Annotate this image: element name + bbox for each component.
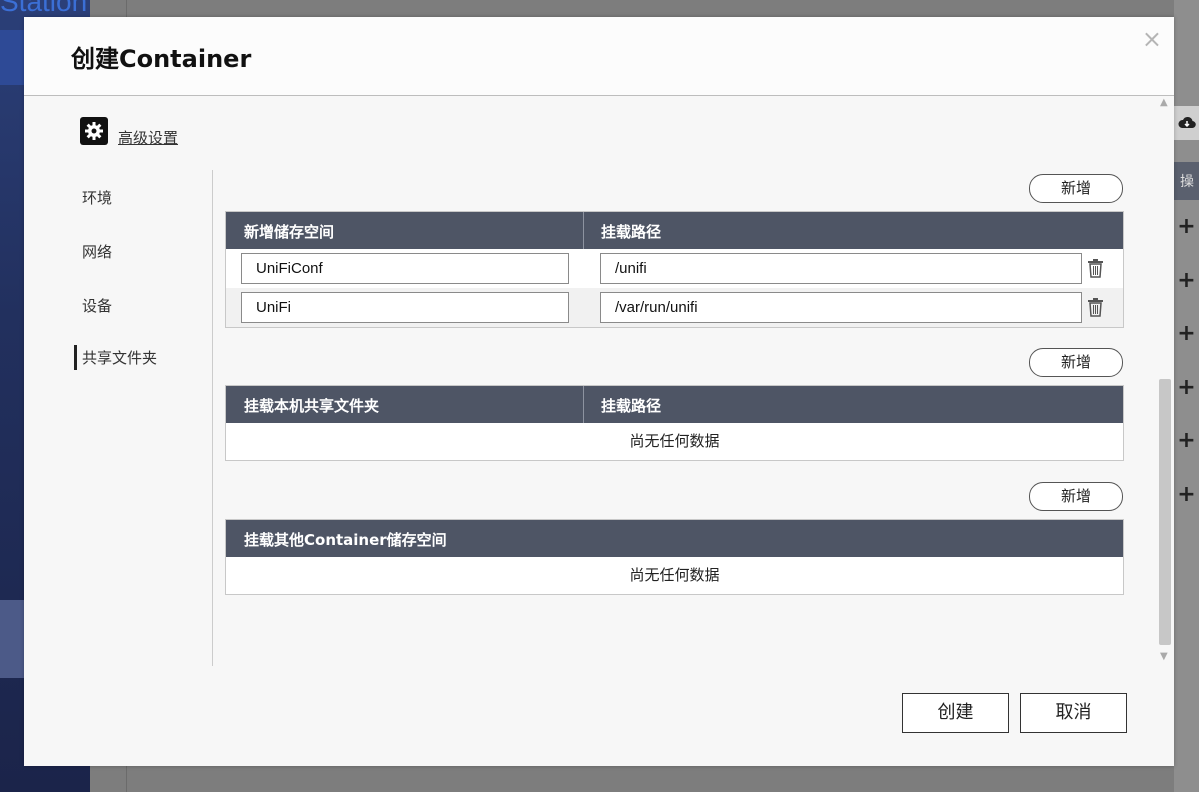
column-header-mount-path: 挂载路径 bbox=[601, 397, 662, 415]
shared-folders-table: 挂载本机共享文件夹 挂载路径 尚无任何数据 bbox=[225, 385, 1124, 461]
mount-path-input[interactable] bbox=[600, 253, 1082, 284]
column-header-shared-folder: 挂载本机共享文件夹 bbox=[244, 397, 380, 415]
column-header-container-volume: 挂载其他Container储存空间 bbox=[244, 531, 447, 549]
sidebar-item-network[interactable]: 网络 bbox=[74, 241, 202, 262]
column-separator bbox=[583, 386, 584, 423]
background-app-title: Station bbox=[0, 0, 88, 17]
advanced-settings-label[interactable]: 高级设置 bbox=[118, 127, 178, 148]
advanced-settings-link[interactable]: 高级设置 bbox=[80, 113, 178, 148]
sidebar-item-devices[interactable]: 设备 bbox=[74, 295, 202, 316]
background-right-panel: 操 + + + + + + bbox=[1174, 0, 1199, 792]
create-button[interactable]: 创建 bbox=[902, 693, 1009, 733]
sidebar-item-shared-folders[interactable]: 共享文件夹 bbox=[74, 345, 202, 370]
table-header: 挂载本机共享文件夹 挂载路径 bbox=[226, 386, 1123, 423]
scrollbar[interactable]: ▲ ▼ bbox=[1158, 97, 1172, 667]
plus-icon[interactable]: + bbox=[1174, 367, 1199, 407]
plus-icon[interactable]: + bbox=[1174, 313, 1199, 353]
background-column-header: 操 bbox=[1174, 162, 1199, 200]
create-container-dialog: 创建Container × 高级设置 环境 网络 设备 共享文件夹 新增 新增储… bbox=[24, 17, 1174, 766]
column-separator bbox=[583, 212, 584, 249]
table-row bbox=[226, 288, 1123, 327]
gear-icon bbox=[80, 116, 108, 145]
plus-icon[interactable]: + bbox=[1174, 474, 1199, 514]
trash-icon[interactable] bbox=[1087, 298, 1104, 317]
dialog-header: 创建Container × bbox=[24, 17, 1174, 96]
sidebar-item-environment[interactable]: 环境 bbox=[74, 187, 202, 208]
dialog-title: 创建Container bbox=[71, 45, 252, 73]
table-header: 新增储存空间 挂载路径 bbox=[226, 212, 1123, 249]
plus-icon[interactable]: + bbox=[1174, 420, 1199, 460]
plus-icon[interactable]: + bbox=[1174, 260, 1199, 300]
volume-name-input[interactable] bbox=[241, 292, 569, 323]
column-header-mount-path: 挂载路径 bbox=[601, 223, 662, 241]
scrollbar-thumb[interactable] bbox=[1159, 379, 1171, 645]
trash-icon[interactable] bbox=[1087, 259, 1104, 278]
cancel-button[interactable]: 取消 bbox=[1020, 693, 1127, 733]
volumes-table: 新增储存空间 挂载路径 bbox=[225, 211, 1124, 328]
table-row bbox=[226, 249, 1123, 288]
cloud-download-icon[interactable] bbox=[1174, 106, 1199, 140]
table-header: 挂载其他Container储存空间 bbox=[226, 520, 1123, 557]
scroll-down-icon[interactable]: ▼ bbox=[1160, 651, 1168, 662]
volume-name-input[interactable] bbox=[241, 253, 569, 284]
empty-state-text: 尚无任何数据 bbox=[629, 566, 720, 584]
empty-state-text: 尚无任何数据 bbox=[629, 432, 720, 450]
container-volumes-table: 挂载其他Container储存空间 尚无任何数据 bbox=[225, 519, 1124, 595]
column-header-volume: 新增储存空间 bbox=[244, 223, 335, 241]
add-shared-folder-button[interactable]: 新增 bbox=[1029, 348, 1123, 377]
add-container-volume-button[interactable]: 新增 bbox=[1029, 482, 1123, 511]
add-volume-button[interactable]: 新增 bbox=[1029, 174, 1123, 203]
plus-icon[interactable]: + bbox=[1174, 206, 1199, 246]
sidebar-divider bbox=[212, 170, 213, 666]
scroll-up-icon[interactable]: ▲ bbox=[1160, 97, 1168, 108]
close-icon[interactable]: × bbox=[1142, 25, 1162, 53]
mount-path-input[interactable] bbox=[600, 292, 1082, 323]
